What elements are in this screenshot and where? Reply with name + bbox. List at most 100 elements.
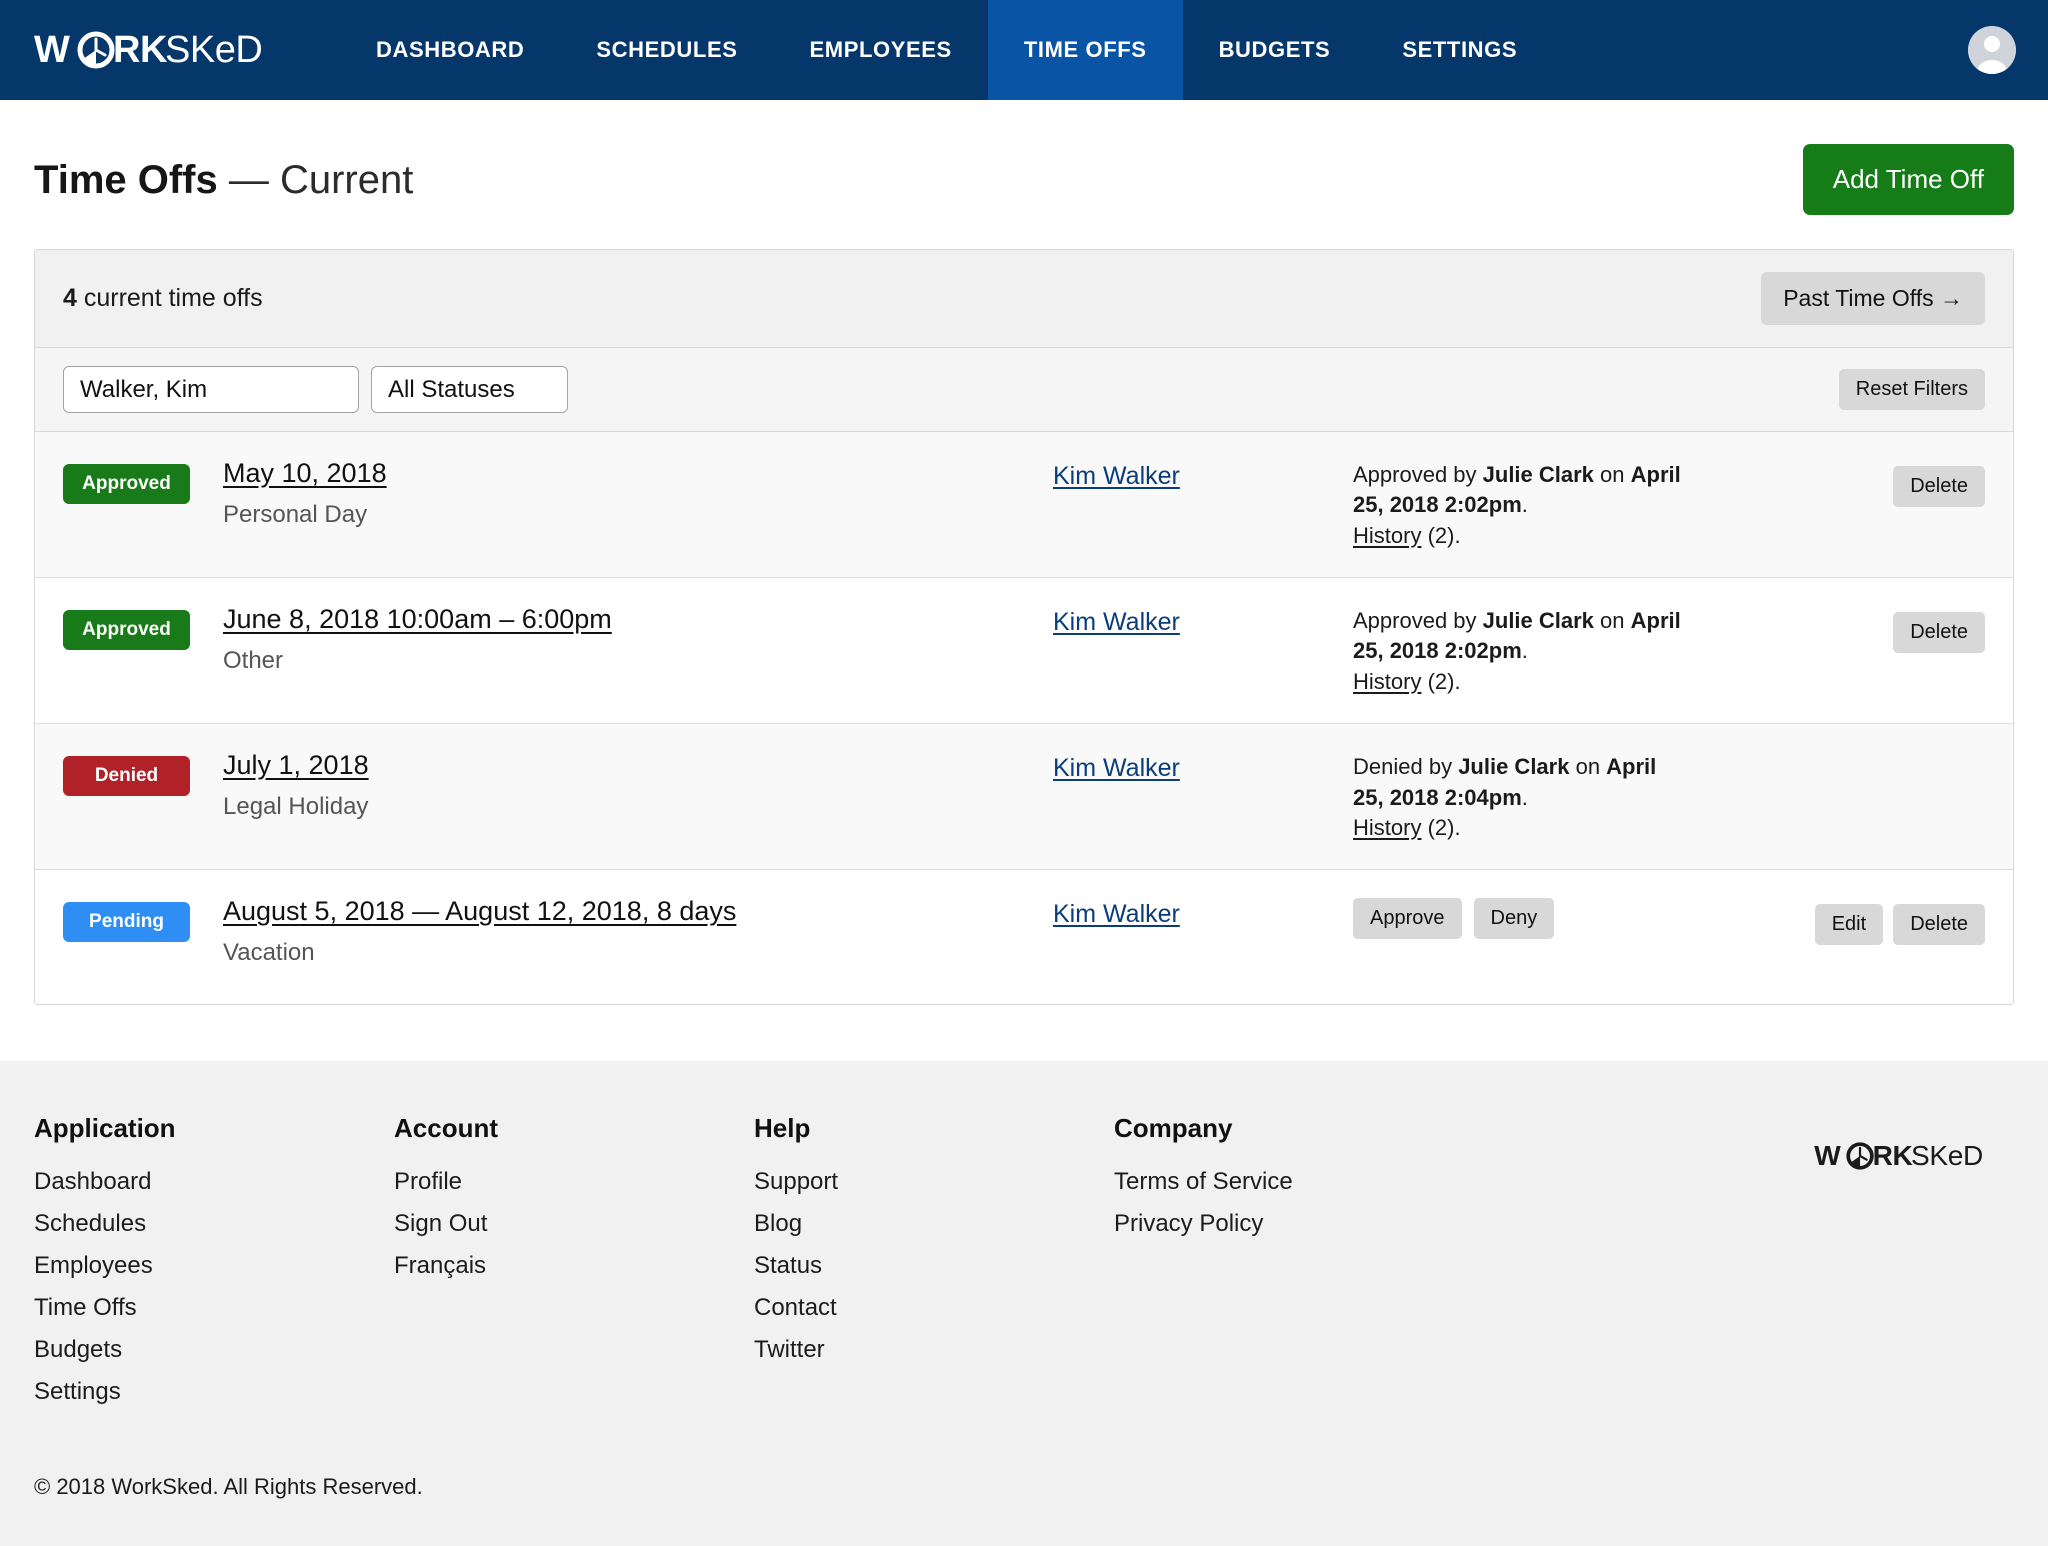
- time-off-date-link[interactable]: July 1, 2018: [223, 750, 369, 780]
- footer-link-profile[interactable]: Profile: [394, 1168, 754, 1196]
- edit-button[interactable]: Edit: [1814, 904, 1884, 946]
- footer-column-company: Company Terms of Service Privacy Policy: [1114, 1113, 1514, 1420]
- employee-filter-select[interactable]: Walker, Kim: [63, 366, 359, 413]
- row-status-cell: Pending: [63, 896, 223, 943]
- user-avatar[interactable]: [1968, 26, 2016, 74]
- detail-mid: on: [1593, 462, 1631, 487]
- row-detail-cell: Approved by Julie Clark on April 25, 201…: [1353, 458, 1755, 551]
- status-badge: Approved: [63, 610, 190, 651]
- delete-button[interactable]: Delete: [1893, 904, 1985, 946]
- worksked-logo-icon: W RK SKeD: [34, 29, 263, 71]
- approve-button[interactable]: Approve: [1353, 898, 1462, 940]
- footer-link-sign-out[interactable]: Sign Out: [394, 1210, 754, 1238]
- table-row: Approved June 8, 2018 10:00am – 6:00pm O…: [35, 578, 2013, 725]
- row-detail-cell: Approve Deny: [1353, 896, 1755, 940]
- svg-text:RK: RK: [113, 29, 168, 71]
- pending-action-group: Approve Deny: [1353, 898, 1755, 940]
- nav-item-budgets[interactable]: BUDGETS: [1183, 0, 1367, 100]
- footer-heading-application: Application: [34, 1113, 176, 1144]
- copyright-text: © 2018 WorkSked. All Rights Reserved.: [34, 1474, 423, 1500]
- row-person-cell: Kim Walker: [1053, 458, 1353, 491]
- detail-suffix: .: [1521, 784, 1528, 810]
- top-navigation-bar: W RK SKeD DASHBOARD SCHEDULES EMPLOYEES …: [0, 0, 2048, 100]
- history-count: (2).: [1421, 668, 1461, 694]
- footer-link-terms-of-service[interactable]: Terms of Service: [1114, 1168, 1514, 1196]
- delete-button[interactable]: Delete: [1893, 466, 1985, 507]
- deny-button[interactable]: Deny: [1473, 898, 1555, 940]
- time-offs-card: 4 current time offs Past Time Offs → Wal…: [34, 249, 2014, 1006]
- table-row: Denied July 1, 2018 Legal Holiday Kim Wa…: [35, 724, 2013, 871]
- add-time-off-button[interactable]: Add Time Off: [1802, 144, 2014, 215]
- history-link[interactable]: History: [1353, 523, 1421, 548]
- footer-link-status[interactable]: Status: [754, 1252, 1114, 1280]
- row-person-cell: Kim Walker: [1053, 896, 1353, 929]
- worksked-footer-logo-icon: W RK SKeD: [1814, 1140, 1983, 1171]
- footer-link-schedules[interactable]: Schedules: [34, 1210, 394, 1238]
- row-main-cell: May 10, 2018 Personal Day: [223, 458, 1053, 529]
- footer-column-help: Help Support Blog Status Contact Twitter: [754, 1113, 1114, 1420]
- svg-text:RK: RK: [1873, 1140, 1914, 1171]
- row-person-cell: Kim Walker: [1053, 750, 1353, 783]
- footer-link-contact[interactable]: Contact: [754, 1294, 1114, 1322]
- time-off-type: Personal Day: [223, 501, 368, 528]
- nav-item-settings[interactable]: SETTINGS: [1366, 0, 1553, 100]
- status-filter-select[interactable]: All Statuses: [371, 366, 568, 413]
- nav-items: DASHBOARD SCHEDULES EMPLOYEES TIME OFFS …: [340, 0, 1553, 100]
- employee-link[interactable]: Kim Walker: [1053, 900, 1180, 928]
- time-off-type: Other: [223, 647, 284, 675]
- history-link[interactable]: History: [1353, 815, 1421, 840]
- footer-link-blog[interactable]: Blog: [754, 1210, 1114, 1238]
- page-title-strong: Time Offs: [34, 157, 218, 202]
- past-time-offs-button[interactable]: Past Time Offs →: [1761, 272, 1985, 325]
- time-off-date-link[interactable]: May 10, 2018: [223, 458, 387, 488]
- footer-link-employees[interactable]: Employees: [34, 1252, 394, 1280]
- stopwatch-icon: [77, 31, 115, 69]
- nav-item-schedules[interactable]: SCHEDULES: [560, 0, 773, 100]
- history-count: (2).: [1421, 522, 1461, 548]
- delete-button[interactable]: Delete: [1893, 612, 1985, 654]
- row-actions-cell: [1755, 750, 1985, 758]
- employee-link[interactable]: Kim Walker: [1053, 754, 1180, 782]
- row-actions-cell: Delete: [1755, 458, 1985, 507]
- footer-link-settings[interactable]: Settings: [34, 1378, 394, 1406]
- time-off-date-link[interactable]: August 5, 2018 — August 12, 2018, 8 days: [223, 896, 736, 926]
- footer-link-twitter[interactable]: Twitter: [754, 1336, 1114, 1364]
- table-row: Pending August 5, 2018 — August 12, 2018…: [35, 870, 2013, 1005]
- time-offs-count-label: 4 current time offs: [63, 284, 263, 313]
- footer-heading-company: Company: [1114, 1113, 1233, 1144]
- row-actions-cell: Delete: [1755, 604, 1985, 654]
- nav-item-dashboard[interactable]: DASHBOARD: [340, 0, 560, 100]
- row-main-cell: August 5, 2018 — August 12, 2018, 8 days…: [223, 896, 1053, 967]
- footer-link-time-offs[interactable]: Time Offs: [34, 1294, 394, 1322]
- row-detail-cell: Denied by Julie Clark on April 25, 2018 …: [1353, 750, 1755, 843]
- row-person-cell: Kim Walker: [1053, 604, 1353, 637]
- approval-detail: Approved by Julie Clark on April 25, 201…: [1353, 606, 1683, 697]
- nav-item-employees[interactable]: EMPLOYEES: [774, 0, 988, 100]
- footer-link-dashboard[interactable]: Dashboard: [34, 1168, 394, 1196]
- page-title: Time Offs — Current: [34, 158, 413, 202]
- brand-logo[interactable]: W RK SKeD: [0, 0, 340, 100]
- footer-link-budgets[interactable]: Budgets: [34, 1336, 394, 1364]
- employee-link[interactable]: Kim Walker: [1053, 608, 1180, 636]
- table-row: Approved May 10, 2018 Personal Day Kim W…: [35, 432, 2013, 579]
- detail-actor: Julie Clark: [1482, 462, 1594, 487]
- page-footer: Application Dashboard Schedules Employee…: [0, 1061, 2048, 1546]
- footer-link-support[interactable]: Support: [754, 1168, 1114, 1196]
- page-title-rest: — Current: [217, 157, 414, 202]
- page-header: Time Offs — Current Add Time Off: [34, 100, 2014, 249]
- detail-prefix: Denied by: [1353, 754, 1459, 780]
- history-link[interactable]: History: [1353, 669, 1421, 694]
- time-offs-count: 4: [63, 284, 77, 312]
- employee-link[interactable]: Kim Walker: [1053, 462, 1180, 490]
- footer-link-francais[interactable]: Français: [394, 1252, 754, 1280]
- nav-item-time-offs[interactable]: TIME OFFS: [987, 0, 1183, 100]
- status-badge: Approved: [63, 464, 190, 504]
- time-off-date-link[interactable]: June 8, 2018 10:00am – 6:00pm: [223, 604, 612, 634]
- footer-link-privacy-policy[interactable]: Privacy Policy: [1114, 1210, 1514, 1238]
- row-detail-cell: Approved by Julie Clark on April 25, 201…: [1353, 604, 1755, 697]
- time-off-type: Vacation: [223, 939, 315, 967]
- row-status-cell: Approved: [63, 604, 223, 651]
- reset-filters-button[interactable]: Reset Filters: [1838, 369, 1985, 410]
- status-badge: Denied: [63, 756, 190, 797]
- row-status-cell: Approved: [63, 458, 223, 504]
